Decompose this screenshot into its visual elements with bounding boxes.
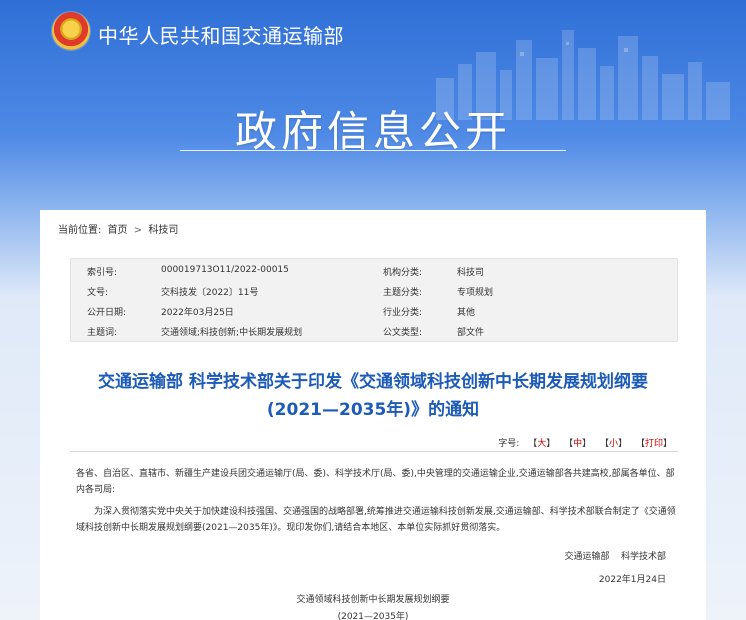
meta-value: 交通领域;科技创新;中长期发展规划: [161, 328, 303, 338]
print-label: 打印: [644, 439, 663, 449]
document-title-line1: 交通运输部 科学技术部关于印发《交通领域科技创新中长期发展规划纲要: [98, 372, 648, 392]
document-metadata: 索引号: 000019713O11/2022-00015 机构分类: 科技司 文…: [70, 258, 678, 342]
font-size-label: 字号:: [498, 439, 520, 449]
font-size-toolbar: 字号: 【大】 【中】 【小】 【打印】: [498, 436, 672, 449]
meta-value: 000019713O11/2022-00015: [161, 265, 289, 275]
content-panel: 当前位置: 首页 > 科技司 索引号: 000019713O11/2022-00…: [40, 210, 706, 620]
meta-value: 2022年03月25日: [161, 308, 234, 318]
meta-value: 科技司: [457, 268, 485, 278]
attachment-subtitle: (2021—2035年): [337, 612, 409, 620]
meta-row: 公开日期: 2022年03月25日 行业分类: 其他: [71, 301, 677, 321]
meta-label: 行业分类:: [383, 308, 423, 318]
toolbar-divider: [70, 451, 678, 452]
font-small-button[interactable]: 【小】: [600, 439, 627, 449]
font-small-label: 小: [609, 439, 619, 449]
meta-value: 其他: [457, 308, 476, 318]
meta-label: 索引号:: [87, 268, 118, 278]
ministry-name[interactable]: 中华人民共和国交通运输部: [98, 20, 344, 49]
meta-row: 主题词: 交通领域;科技创新;中长期发展规划 公文类型: 部文件: [71, 321, 677, 341]
meta-value: 部文件: [457, 328, 485, 338]
signer: 交通运输部 科学技术部: [564, 552, 666, 562]
breadcrumb-label: 当前位置:: [58, 225, 102, 236]
breadcrumb-item-department[interactable]: 科技司: [148, 225, 178, 236]
font-medium-button[interactable]: 【中】: [564, 439, 591, 449]
meta-label: 文号:: [87, 288, 109, 298]
body-paragraph: 为深入贯彻落实党中央关于加快建设科技强国、交通强国的战略部署,统筹推进交通运输科…: [76, 507, 676, 533]
meta-label: 机构分类:: [383, 268, 423, 278]
meta-value: 交科技发〔2022〕11号: [161, 288, 259, 298]
meta-label: 公开日期:: [87, 308, 127, 318]
meta-label: 主题分类:: [383, 288, 423, 298]
print-button[interactable]: 【打印】: [636, 439, 672, 449]
meta-label: 公文类型:: [383, 328, 423, 338]
issue-date: 2022年1月24日: [598, 575, 666, 585]
meta-row: 索引号: 000019713O11/2022-00015 机构分类: 科技司: [71, 261, 677, 281]
font-large-label: 大: [537, 439, 547, 449]
breadcrumb-separator: >: [133, 225, 143, 236]
banner-divider: [180, 150, 566, 151]
document-title-line2: (2021—2035年)》的通知: [266, 400, 480, 420]
breadcrumb: 当前位置: 首页 > 科技司: [58, 221, 181, 236]
breadcrumb-item-home[interactable]: 首页: [108, 225, 128, 236]
meta-value: 专项规划: [457, 288, 494, 298]
font-large-button[interactable]: 【大】: [528, 439, 555, 449]
addressee-paragraph: 各省、自治区、直辖市、新疆生产建设兵团交通运输厅(局、委)、科学技术厅(局、委)…: [76, 469, 675, 495]
attachment-title: 交通领域科技创新中长期发展规划纲要: [296, 595, 450, 605]
meta-label: 主题词:: [87, 328, 118, 338]
document-title: 交通运输部 科学技术部关于印发《交通领域科技创新中长期发展规划纲要 (2021—…: [40, 368, 706, 424]
site-header: 中华人民共和国交通运输部 政府信息公开: [0, 0, 746, 208]
meta-row: 文号: 交科技发〔2022〕11号 主题分类: 专项规划: [71, 281, 677, 301]
font-medium-label: 中: [573, 439, 583, 449]
national-emblem-icon: [52, 12, 90, 50]
